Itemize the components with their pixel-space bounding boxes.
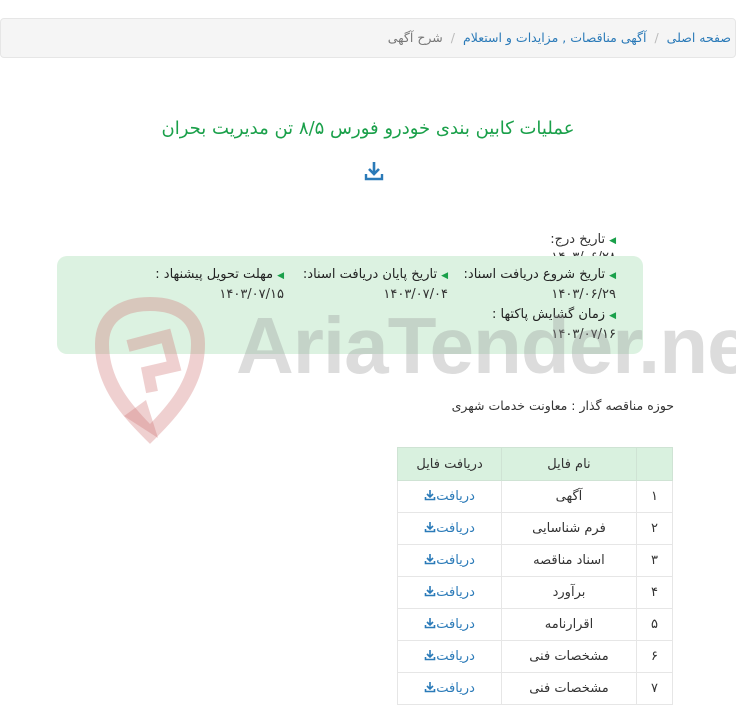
row-download-cell: دریافت	[396, 544, 503, 577]
breadcrumb-bar: صفحه اصلی / آگهی مناقصات , مزایدات و استعل…	[0, 18, 736, 58]
header-name: نام فایل	[501, 447, 637, 481]
row-num: ۷	[635, 672, 674, 705]
row-num: ۶	[635, 640, 674, 673]
triangle-bullet-icon: ◀	[277, 271, 284, 281]
breadcrumb: صفحه اصلی / آگهی مناقصات , مزایدات و استعل…	[388, 30, 731, 45]
table-row: ۳ اسناد مناقصه دریافت	[396, 544, 674, 577]
insert-date-label-row: ◀تاریخ درج:	[550, 232, 616, 247]
organizer: حوزه مناقصه گذار : معاونت خدمات شهری	[451, 398, 674, 413]
breadcrumb-separator: /	[450, 30, 455, 45]
files-table: نام فایل دریافت فایل ۱ آگهی دریافت ۲ فرم…	[396, 447, 674, 705]
table-row: ۷ مشخصات فنی دریافت	[396, 672, 674, 705]
download-icon	[424, 682, 436, 693]
row-file-name: اسناد مناقصه	[501, 544, 637, 577]
download-label: دریافت	[436, 585, 475, 600]
download-icon	[424, 650, 436, 661]
table-row: ۱ آگهی دریافت	[396, 480, 674, 513]
row-file-name: مشخصات فنی	[501, 672, 637, 705]
download-label: دریافت	[436, 553, 475, 568]
triangle-bullet-icon: ◀	[609, 236, 616, 246]
start-receive-field: ◀تاریخ شروع دریافت اسناد: ۱۴۰۳/۰۶/۲۹	[464, 267, 616, 302]
row-download-cell: دریافت	[396, 640, 503, 673]
download-link[interactable]: دریافت	[424, 585, 475, 600]
download-icon	[424, 522, 436, 533]
insert-date-label: تاریخ درج:	[550, 232, 606, 247]
download-icon	[424, 618, 436, 629]
row-num: ۳	[635, 544, 674, 577]
row-num: ۴	[635, 576, 674, 609]
download-label: دریافت	[436, 489, 475, 504]
row-file-name: آگهی	[501, 480, 637, 513]
breadcrumb-separator: /	[654, 30, 659, 45]
row-file-name: برآورد	[501, 576, 637, 609]
row-num: ۱	[635, 480, 674, 513]
table-header-row: نام فایل دریافت فایل	[396, 447, 674, 481]
row-file-name: اقرارنامه	[501, 608, 637, 641]
download-label: دریافت	[436, 681, 475, 696]
table-row: ۲ فرم شناسایی دریافت	[396, 512, 674, 545]
row-download-cell: دریافت	[396, 512, 503, 545]
page-title: عملیات کابین بندی خودرو فورس ۸/۵ تن مدیر…	[161, 118, 575, 139]
download-link[interactable]: دریافت	[424, 553, 475, 568]
end-receive-label-row: ◀تاریخ پایان دریافت اسناد:	[303, 267, 448, 282]
download-label: دریافت	[436, 521, 475, 536]
row-file-name: فرم شناسایی	[501, 512, 637, 545]
row-download-cell: دریافت	[396, 608, 503, 641]
header-num	[635, 447, 674, 481]
triangle-bullet-icon: ◀	[441, 271, 448, 281]
start-receive-label: تاریخ شروع دریافت اسناد:	[463, 267, 606, 282]
download-link[interactable]: دریافت	[424, 489, 475, 504]
deadline-field: ◀مهلت تحویل پیشنهاد : ۱۴۰۳/۰۷/۱۵	[155, 267, 284, 302]
watermark-text: AriaTender.net	[236, 301, 736, 390]
row-download-cell: دریافت	[396, 576, 503, 609]
start-receive-label-row: ◀تاریخ شروع دریافت اسناد:	[464, 267, 616, 282]
download-label: دریافت	[436, 649, 475, 664]
download-link[interactable]: دریافت	[424, 521, 475, 536]
deadline-label-row: ◀مهلت تحویل پیشنهاد :	[155, 267, 284, 282]
row-num: ۵	[635, 608, 674, 641]
download-icon[interactable]	[363, 160, 385, 182]
breadcrumb-current: شرح آگهی	[387, 30, 443, 45]
download-link[interactable]: دریافت	[424, 617, 475, 632]
header-download: دریافت فایل	[396, 447, 503, 481]
download-icon	[424, 586, 436, 597]
download-icon	[424, 490, 436, 501]
triangle-bullet-icon: ◀	[609, 271, 616, 281]
row-download-cell: دریافت	[396, 480, 503, 513]
download-label: دریافت	[436, 617, 475, 632]
row-file-name: مشخصات فنی	[501, 640, 637, 673]
download-link[interactable]: دریافت	[424, 681, 475, 696]
row-download-cell: دریافت	[396, 672, 503, 705]
breadcrumb-section-link[interactable]: آگهی مناقصات , مزایدات و استعلام	[463, 30, 646, 45]
breadcrumb-home-link[interactable]: صفحه اصلی	[667, 30, 731, 45]
table-row: ۴ برآورد دریافت	[396, 576, 674, 609]
end-receive-field: ◀تاریخ پایان دریافت اسناد: ۱۴۰۳/۰۷/۰۴	[303, 267, 448, 302]
deadline-label: مهلت تحویل پیشنهاد :	[155, 267, 274, 282]
download-icon	[424, 554, 436, 565]
table-row: ۵ اقرارنامه دریافت	[396, 608, 674, 641]
download-link[interactable]: دریافت	[424, 649, 475, 664]
row-num: ۲	[635, 512, 674, 545]
end-receive-label: تاریخ پایان دریافت اسناد:	[302, 267, 438, 282]
table-row: ۶ مشخصات فنی دریافت	[396, 640, 674, 673]
